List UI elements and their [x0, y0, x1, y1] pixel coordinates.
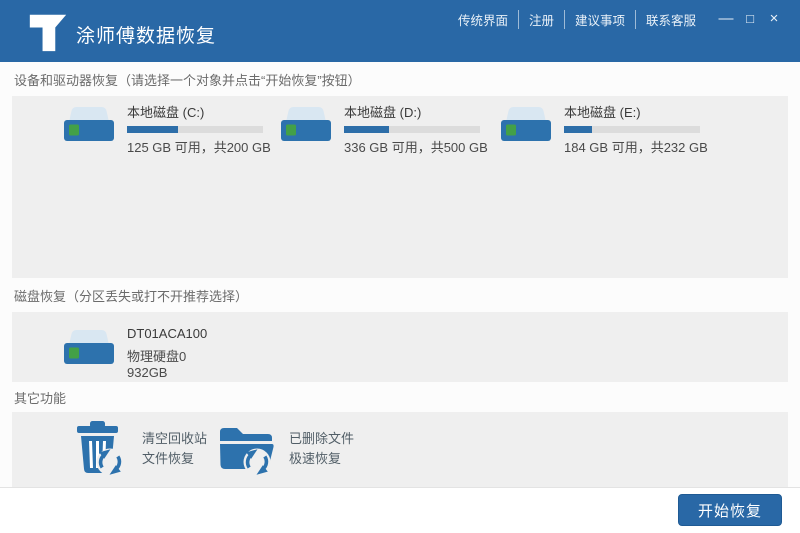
top-nav: 传统界面 注册 建议事项 联系客服 — □ ×: [448, 9, 786, 29]
footer-bar: 开始恢复: [0, 488, 800, 533]
drive-capacity: 125 GB 可用，共200 GB: [127, 140, 271, 155]
nav-register[interactable]: 注册: [517, 9, 564, 29]
close-icon[interactable]: ×: [762, 9, 786, 29]
other-functions-panel: 清空回收站 文件恢复 已删除文件 极速恢复: [12, 412, 788, 487]
title-bar: 涂师傅数据恢复 传统界面 注册 建议事项 联系客服 — □ ×: [0, 0, 800, 62]
disk-usage-bar: [564, 126, 700, 133]
hard-disk-icon: [64, 107, 114, 141]
nav-classic-ui[interactable]: 传统界面: [448, 10, 518, 29]
nav-contact-support[interactable]: 联系客服: [634, 9, 706, 29]
section-title-other: 其它功能: [0, 382, 800, 412]
hard-disk-icon: [501, 107, 551, 141]
disk-usage-bar: [127, 126, 263, 133]
drive-name: 本地磁盘 (E:): [564, 105, 641, 120]
nav-suggestions[interactable]: 建议事项: [563, 9, 635, 29]
folder-icon: [220, 428, 274, 477]
recycle-bin-icon: [77, 421, 126, 477]
app-logo-icon: [29, 14, 67, 52]
feature-label-line2: 文件恢复: [142, 451, 195, 466]
drive-name: 本地磁盘 (C:): [127, 105, 205, 120]
minimize-icon[interactable]: —: [714, 9, 738, 29]
physical-disk-detail: 物理硬盘0 932GB: [127, 349, 187, 380]
drive-item-d[interactable]: 本地磁盘 (D:) 336 GB 可用，共500 GB: [274, 102, 488, 155]
hard-disk-icon: [64, 330, 114, 364]
app-title: 涂师傅数据恢复: [76, 26, 217, 47]
feature-deleted-files-recovery[interactable]: 已删除文件 极速恢复: [217, 421, 354, 477]
drive-name: 本地磁盘 (D:): [344, 105, 422, 120]
drive-item-e[interactable]: 本地磁盘 (E:) 184 GB 可用，共232 GB: [494, 102, 708, 155]
disk-recovery-panel: DT01ACA100 物理硬盘0 932GB: [12, 312, 788, 382]
disk-usage-fill: [344, 126, 389, 133]
app-window: 涂师傅数据恢复 传统界面 注册 建议事项 联系客服 — □ × 设备和驱动器恢复…: [0, 0, 800, 533]
section-title-disk-recovery: 磁盘恢复（分区丢失或打不开推荐选择）: [0, 278, 800, 312]
devices-panel: 本地磁盘 (C:) 125 GB 可用，共200 GB 本地磁盘 (D:) 33…: [12, 96, 788, 278]
maximize-icon[interactable]: □: [738, 9, 762, 29]
section-title-devices: 设备和驱动器恢复（请选择一个对象并点击“开始恢复”按钮）: [0, 62, 800, 96]
feature-label-line2: 极速恢复: [289, 451, 342, 466]
disk-usage-fill: [564, 126, 593, 133]
start-recovery-button[interactable]: 开始恢复: [678, 494, 782, 526]
drive-capacity: 184 GB 可用，共232 GB: [564, 140, 708, 155]
feature-label-line1: 清空回收站: [142, 431, 208, 446]
disk-usage-fill: [127, 126, 178, 133]
disk-usage-bar: [344, 126, 480, 133]
window-controls: — □ ×: [714, 9, 786, 29]
physical-disk-model: DT01ACA100: [127, 326, 208, 341]
hard-disk-icon: [281, 107, 331, 141]
drive-capacity: 336 GB 可用，共500 GB: [344, 140, 488, 155]
drive-item-c[interactable]: 本地磁盘 (C:) 125 GB 可用，共200 GB: [57, 102, 271, 155]
feature-label-line1: 已删除文件: [289, 431, 355, 446]
feature-recycle-bin-recovery[interactable]: 清空回收站 文件恢复: [70, 421, 207, 477]
